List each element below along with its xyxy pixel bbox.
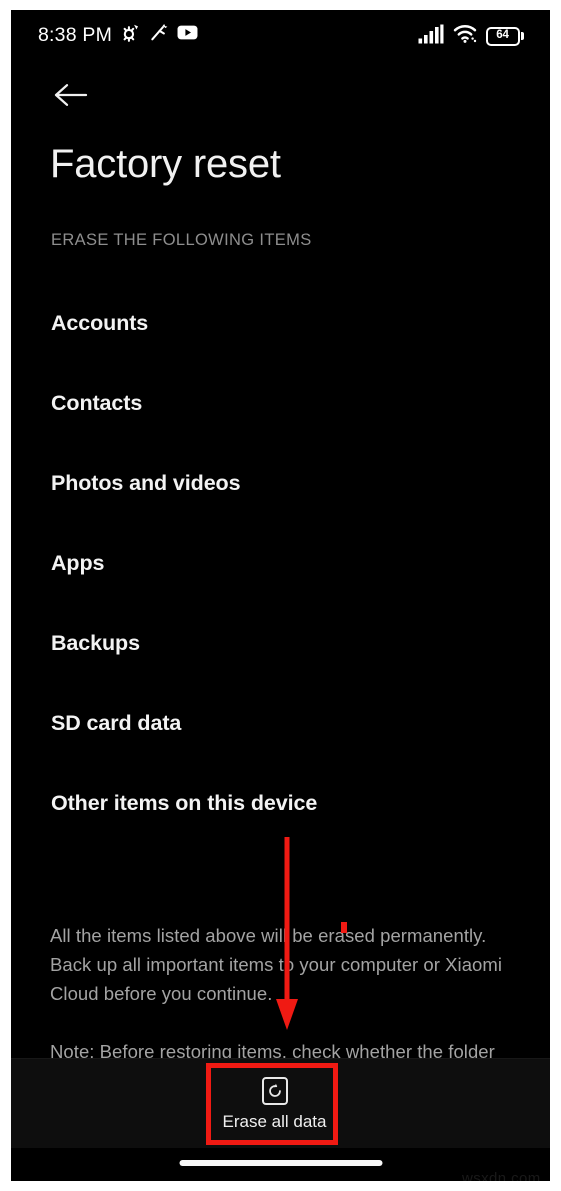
- home-indicator[interactable]: [179, 1160, 382, 1166]
- section-label: ERASE THE FOLLOWING ITEMS: [51, 231, 312, 249]
- bottom-action-bar: Erase all data PUALS: [11, 1058, 550, 1149]
- erase-all-data-label: Erase all data: [222, 1111, 327, 1131]
- wifi-icon: [453, 24, 477, 48]
- reset-icon: [261, 1076, 288, 1105]
- page-title: Factory reset: [50, 142, 281, 186]
- bluetooth-share-icon: [121, 23, 140, 47]
- status-bar: 8:38 PM 64: [11, 10, 550, 62]
- list-item: Other items on this device: [51, 790, 318, 815]
- status-bar-right: 64: [418, 24, 524, 49]
- battery-body: 64: [485, 26, 520, 46]
- battery-cap: [521, 32, 524, 40]
- battery-icon: 64: [485, 26, 524, 46]
- list-item: Backups: [51, 630, 140, 655]
- list-item: Apps: [51, 550, 105, 575]
- list-item: Contacts: [51, 390, 143, 415]
- navigation-bar: [11, 1148, 550, 1181]
- phone-screen: 8:38 PM 64 Factory reset ERASE THE FOLLO…: [11, 10, 550, 1181]
- list-item: Photos and videos: [51, 470, 241, 495]
- back-arrow-icon: [54, 81, 88, 114]
- back-button[interactable]: [47, 73, 95, 121]
- erase-all-data-button[interactable]: Erase all data: [212, 1065, 337, 1143]
- battery-percent-label: 64: [496, 29, 509, 42]
- youtube-icon: [177, 25, 198, 45]
- footer-paragraph-1: All the items listed above will be erase…: [50, 925, 503, 1004]
- status-bar-clock: 8:38 PM: [38, 24, 113, 46]
- erase-items-list: Accounts Contacts Photos and videos Apps…: [51, 283, 521, 843]
- signal-bars-icon: [418, 24, 444, 49]
- list-item: SD card data: [51, 710, 182, 735]
- list-item: Accounts: [51, 310, 149, 335]
- status-bar-left: 8:38 PM: [38, 22, 198, 48]
- wand-icon: [149, 23, 168, 47]
